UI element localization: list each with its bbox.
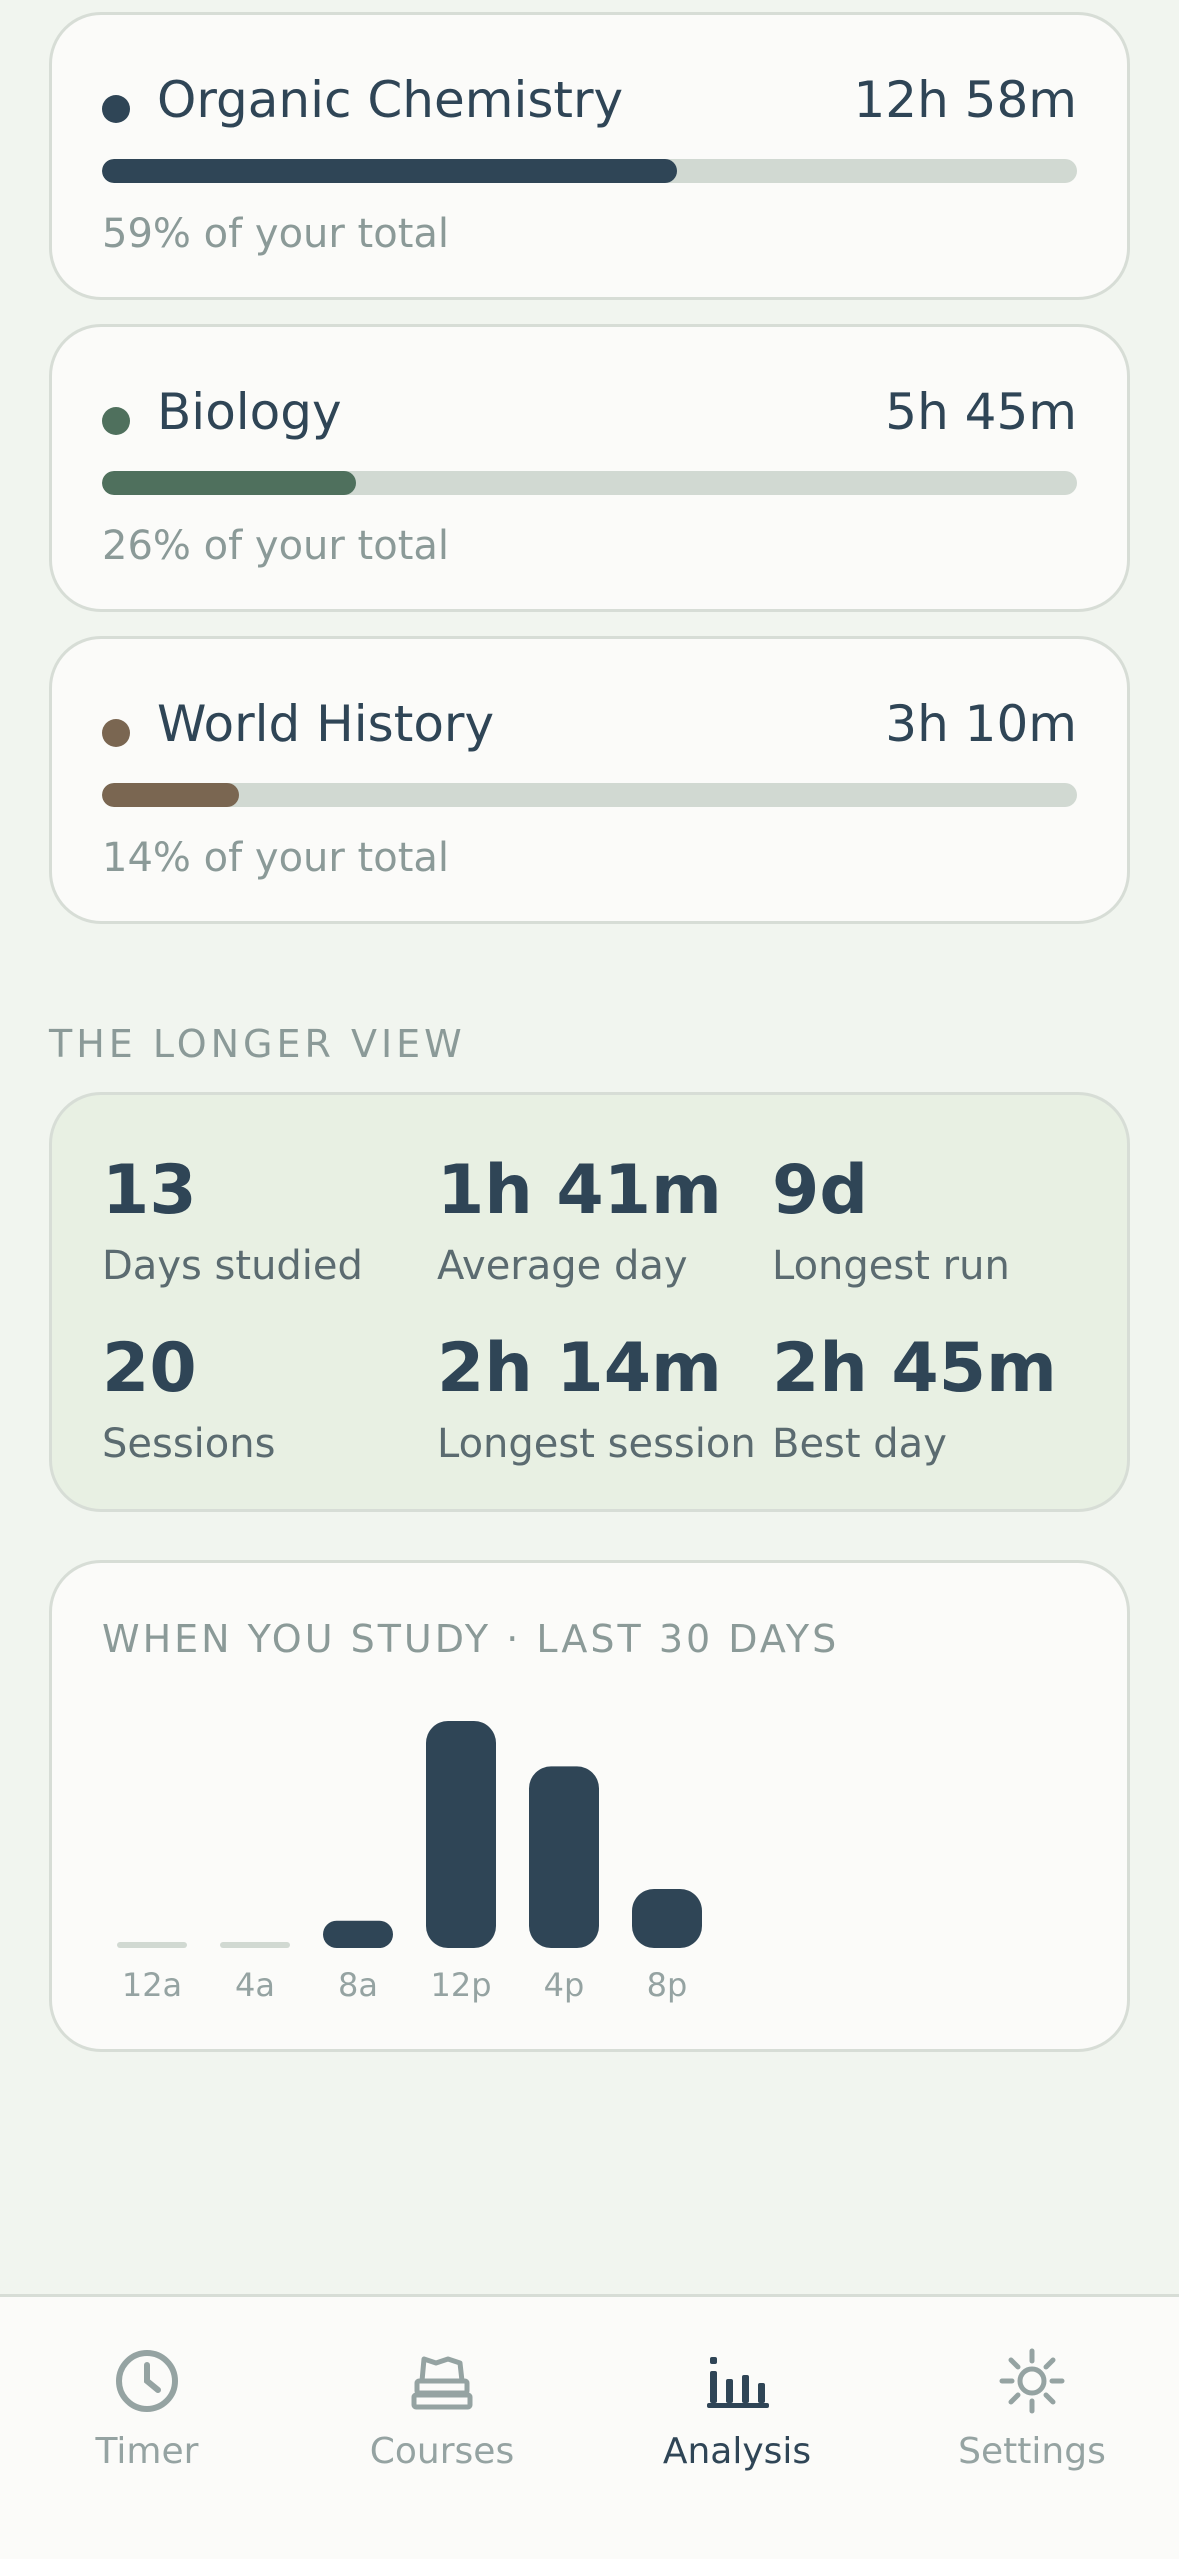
course-name: Biology — [157, 383, 342, 441]
course-progress-track — [102, 159, 1077, 183]
stat-best-day: 2h 45m Best day — [772, 1329, 1057, 1468]
course-card[interactable]: Organic Chemistry 12h 58m 59% of your to… — [49, 12, 1130, 300]
bar-chart-icon — [707, 2357, 769, 2408]
course-progress-fill — [102, 159, 678, 183]
tab-timer[interactable]: Timer — [37, 2345, 257, 2472]
books-icon — [411, 2356, 473, 2410]
chart-x-tick-label: 8p — [647, 1966, 688, 2004]
course-duration: 12h 58m — [853, 71, 1077, 129]
chart-bar — [529, 1766, 599, 1948]
course-percent: 14% of your total — [102, 835, 450, 881]
gear-icon — [999, 2348, 1065, 2414]
stat-value: 20 — [102, 1329, 197, 1408]
chart-x-tick-label: 8a — [338, 1966, 378, 2004]
course-color-dot — [102, 95, 130, 123]
chart-bar — [117, 1942, 187, 1948]
stat-label: Days studied — [102, 1243, 363, 1289]
tab-settings[interactable]: Settings — [922, 2345, 1142, 2472]
chart-bar — [323, 1920, 393, 1948]
course-progress-fill — [102, 471, 356, 495]
tab-label: Courses — [369, 2431, 515, 2472]
stat-average-day: 1h 41m Average day — [437, 1151, 722, 1290]
course-percent: 59% of your total — [102, 211, 450, 257]
tab-bar: Timer Courses Analysis Settings — [0, 2294, 1179, 2559]
course-progress-fill — [102, 783, 239, 807]
chart-x-tick-label: 12p — [430, 1966, 491, 2004]
course-name: World History — [157, 695, 495, 753]
stat-value: 1h 41m — [437, 1151, 722, 1230]
tab-label: Settings — [958, 2431, 1106, 2472]
stat-value: 2h 14m — [437, 1329, 722, 1408]
chart-x-tick-label: 4p — [544, 1966, 585, 2004]
clock-icon — [116, 2350, 178, 2412]
course-progress-track — [102, 471, 1077, 495]
course-card[interactable]: World History 3h 10m 14% of your total — [49, 636, 1130, 924]
course-duration: 5h 45m — [885, 383, 1077, 441]
chart-bar — [426, 1721, 496, 1948]
tab-courses[interactable]: Courses — [332, 2345, 552, 2472]
course-color-dot — [102, 407, 130, 435]
stat-label: Best day — [772, 1421, 947, 1467]
stat-value: 13 — [102, 1151, 197, 1230]
stat-label: Average day — [437, 1243, 688, 1289]
stat-longest-run: 9d Longest run — [772, 1151, 1010, 1290]
course-duration: 3h 10m — [885, 695, 1077, 753]
stat-longest-session: 2h 14m Longest session — [437, 1329, 756, 1468]
stat-value: 2h 45m — [772, 1329, 1057, 1408]
stat-value: 9d — [772, 1151, 868, 1230]
stat-label: Longest session — [437, 1421, 756, 1467]
course-name: Organic Chemistry — [157, 71, 624, 129]
course-card[interactable]: Biology 5h 45m 26% of your total — [49, 324, 1130, 612]
section-heading-longer-view: THE LONGER VIEW — [49, 1022, 466, 1066]
stat-label: Sessions — [102, 1421, 276, 1467]
stat-sessions: 20 Sessions — [102, 1329, 276, 1468]
course-color-dot — [102, 719, 130, 747]
tab-analysis[interactable]: Analysis — [627, 2345, 847, 2472]
stats-card: 13 Days studied 1h 41m Average day 9d Lo… — [49, 1092, 1130, 1512]
stat-label: Longest run — [772, 1243, 1010, 1289]
chart-x-tick-label: 4a — [235, 1966, 275, 2004]
course-progress-track — [102, 783, 1077, 807]
tab-label: Analysis — [662, 2431, 812, 2472]
course-percent: 26% of your total — [102, 523, 450, 569]
stat-days-studied: 13 Days studied — [102, 1151, 363, 1290]
chart-x-tick-label: 12a — [122, 1966, 182, 2004]
chart-bar — [632, 1888, 702, 1948]
tab-label: Timer — [95, 2431, 199, 2472]
study-times-chart: 12a 4a 8a 12p 4p 8p — [117, 1721, 702, 2004]
chart-bar — [220, 1942, 290, 1948]
study-times-chart-card: WHEN YOU STUDY · LAST 30 DAYS 12a 4a 8a 12p… — [49, 1560, 1130, 2052]
